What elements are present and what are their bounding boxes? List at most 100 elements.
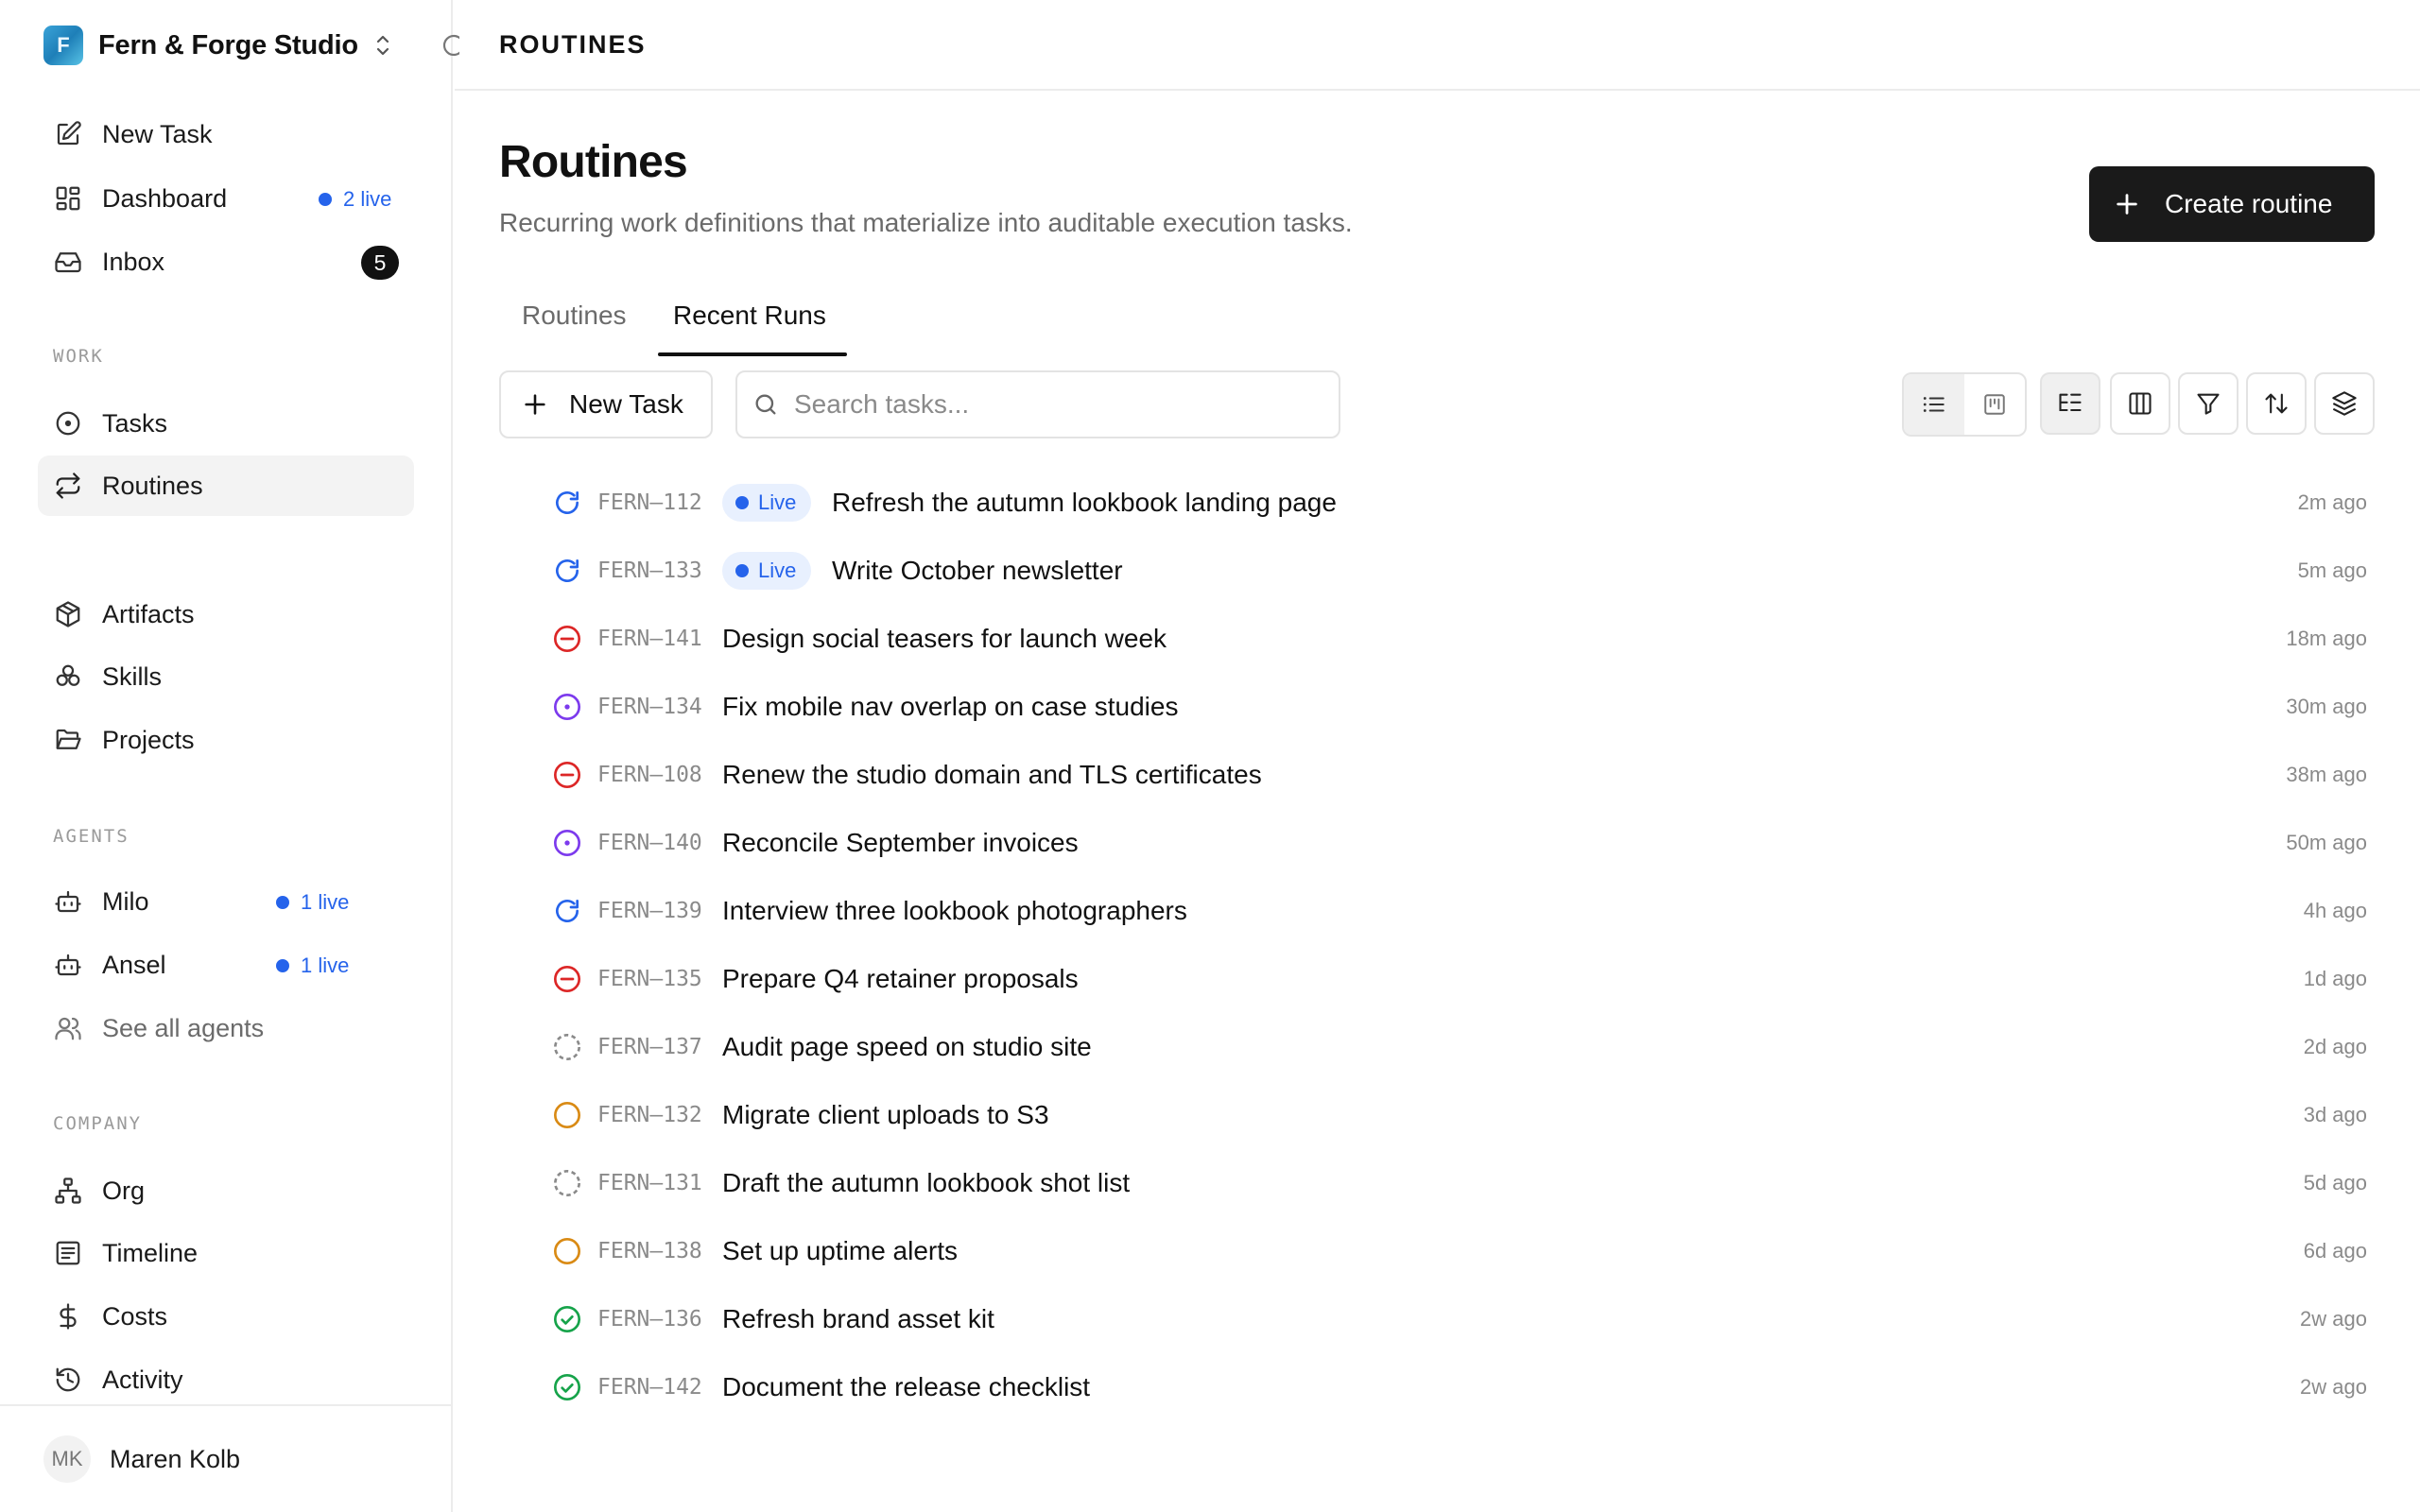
users-icon <box>53 1013 83 1043</box>
section-label-work: WORK <box>53 346 104 367</box>
running-status-icon[interactable] <box>552 896 582 926</box>
nav-see-all-agents[interactable]: See all agents <box>38 998 414 1058</box>
task-title: Prepare Q4 retainer proposals <box>722 964 1079 993</box>
tab-routines[interactable]: Routines <box>522 301 627 357</box>
task-timestamp: 2m ago <box>2297 490 2367 514</box>
task-timestamp: 2w ago <box>2300 1375 2367 1399</box>
columns-button[interactable] <box>2110 372 2170 435</box>
task-row[interactable]: FERN–108 Renew the studio domain and TLS … <box>499 741 2390 809</box>
in-review-status-icon[interactable] <box>552 692 582 722</box>
task-row[interactable]: FERN–140 Reconcile September invoices 50m … <box>499 809 2390 877</box>
task-row[interactable]: FERN–138 Set up uptime alerts 6d ago <box>499 1217 2390 1285</box>
list-view-button[interactable] <box>1904 374 1964 435</box>
task-timestamp: 30m ago <box>2286 695 2367 718</box>
nav-inbox-label: Inbox <box>102 247 165 276</box>
nav-projects-label: Projects <box>102 725 195 754</box>
blocked-status-icon[interactable] <box>552 624 582 654</box>
task-id: FERN–138 <box>597 1239 702 1263</box>
nested-view-button[interactable] <box>2040 372 2100 435</box>
task-row[interactable]: FERN–134 Fix mobile nav overlap on case s… <box>499 673 2390 741</box>
new-task-button[interactable]: New Task <box>499 370 713 438</box>
nav-artifacts[interactable]: Artifacts <box>38 584 414 644</box>
task-id: FERN–136 <box>597 1307 702 1332</box>
blocked-status-icon[interactable] <box>552 964 582 994</box>
task-id: FERN–134 <box>597 695 702 719</box>
search-box[interactable] <box>735 370 1340 438</box>
nav-org-label: Org <box>102 1176 146 1205</box>
in-review-status-icon[interactable] <box>552 828 582 858</box>
blocked-status-icon[interactable] <box>552 760 582 790</box>
filter-button[interactable] <box>2178 372 2238 435</box>
nav-projects[interactable]: Projects <box>38 710 414 770</box>
agent-live-text: 1 live <box>301 954 350 977</box>
task-row[interactable]: FERN–142 Document the release checklist 2w… <box>499 1353 2390 1421</box>
nav-timeline[interactable]: Timeline <box>38 1223 414 1283</box>
todo-status-icon[interactable] <box>552 1236 582 1266</box>
user-name: Maren Kolb <box>110 1444 241 1473</box>
task-row[interactable]: FERN–132 Migrate client uploads to S3 3d a… <box>499 1081 2390 1149</box>
board-view-button[interactable] <box>1964 374 2025 435</box>
create-routine-label: Create routine <box>2165 189 2333 218</box>
task-row[interactable]: FERN–136 Refresh brand asset kit 2w ago <box>499 1285 2390 1353</box>
running-status-icon[interactable] <box>552 556 582 586</box>
task-title: Document the release checklist <box>722 1372 1091 1401</box>
nav-activity-label: Activity <box>102 1365 183 1394</box>
done-status-icon[interactable] <box>552 1304 582 1334</box>
live-badge: Live <box>722 484 812 522</box>
workspace-switcher[interactable]: F Fern & Forge Studio <box>43 25 394 66</box>
task-id: FERN–139 <box>597 899 702 923</box>
backlog-status-icon[interactable] <box>552 1032 582 1062</box>
task-timestamp: 1d ago <box>2303 967 2367 990</box>
nav-artifacts-label: Artifacts <box>102 599 195 628</box>
sort-button[interactable] <box>2246 372 2307 435</box>
breadcrumb: ROUTINES <box>499 29 647 59</box>
create-routine-button[interactable]: Create routine <box>2089 166 2375 242</box>
task-row[interactable]: FERN–135 Prepare Q4 retainer proposals 1d … <box>499 945 2390 1013</box>
nav-agent-milo[interactable]: Milo 1 live <box>38 871 414 932</box>
nav-skills[interactable]: Skills <box>38 646 414 707</box>
repeat-icon <box>53 471 83 501</box>
dashboard-icon <box>53 183 83 214</box>
tab-recent-runs[interactable]: Recent Runs <box>673 301 826 357</box>
todo-status-icon[interactable] <box>552 1100 582 1130</box>
agent-live-indicator: 1 live <box>276 954 349 978</box>
agent-name: Ansel <box>102 950 166 979</box>
live-dot <box>735 496 749 509</box>
user-menu[interactable]: MK Maren Kolb <box>0 1404 453 1512</box>
task-row[interactable]: FERN–133 Live Write October newsletter 5m a… <box>499 537 2390 605</box>
nav-org[interactable]: Org <box>38 1160 414 1221</box>
filter-icon <box>2197 393 2220 415</box>
nav-see-all-agents-label: See all agents <box>102 1013 265 1042</box>
kanban-icon <box>1984 394 2005 415</box>
nav-tasks[interactable]: Tasks <box>38 393 414 454</box>
backlog-status-icon[interactable] <box>552 1168 582 1198</box>
done-status-icon[interactable] <box>552 1372 582 1402</box>
nav-routines[interactable]: Routines <box>38 455 414 516</box>
task-row[interactable]: FERN–139 Interview three lookbook photogr… <box>499 877 2390 945</box>
layers-icon <box>2332 391 2357 416</box>
task-timestamp: 3d ago <box>2303 1103 2367 1126</box>
nav-agent-ansel[interactable]: Ansel 1 live <box>38 935 414 995</box>
task-row[interactable]: FERN–131 Draft the autumn lookbook shot l… <box>499 1149 2390 1217</box>
bot-icon <box>53 886 83 917</box>
live-dot <box>319 193 332 206</box>
nav-new-task[interactable]: New Task <box>38 104 414 164</box>
task-title: Set up uptime alerts <box>722 1236 959 1265</box>
columns-icon <box>2129 392 2152 415</box>
sidebar: F Fern & Forge Studio New Task Dashboard… <box>0 0 459 1512</box>
nav-costs[interactable]: Costs <box>38 1286 414 1347</box>
nav-dashboard-label: Dashboard <box>102 183 228 213</box>
group-button[interactable] <box>2314 372 2375 435</box>
nav-dashboard[interactable]: Dashboard 2 live <box>38 168 414 229</box>
task-row[interactable]: FERN–141 Design social teasers for launch… <box>499 605 2390 673</box>
nav-inbox[interactable]: Inbox 5 <box>38 232 414 292</box>
live-dot <box>276 896 289 909</box>
running-status-icon[interactable] <box>552 488 582 518</box>
nav-activity[interactable]: Activity <box>38 1349 414 1410</box>
task-title: Fix mobile nav overlap on case studies <box>722 692 1179 721</box>
task-id: FERN–132 <box>597 1103 702 1127</box>
list-tree-icon <box>2059 393 2082 412</box>
task-row[interactable]: FERN–112 Live Refresh the autumn lookbook … <box>499 469 2390 537</box>
search-input[interactable] <box>794 389 1323 420</box>
task-row[interactable]: FERN–137 Audit page speed on studio site 2… <box>499 1013 2390 1081</box>
